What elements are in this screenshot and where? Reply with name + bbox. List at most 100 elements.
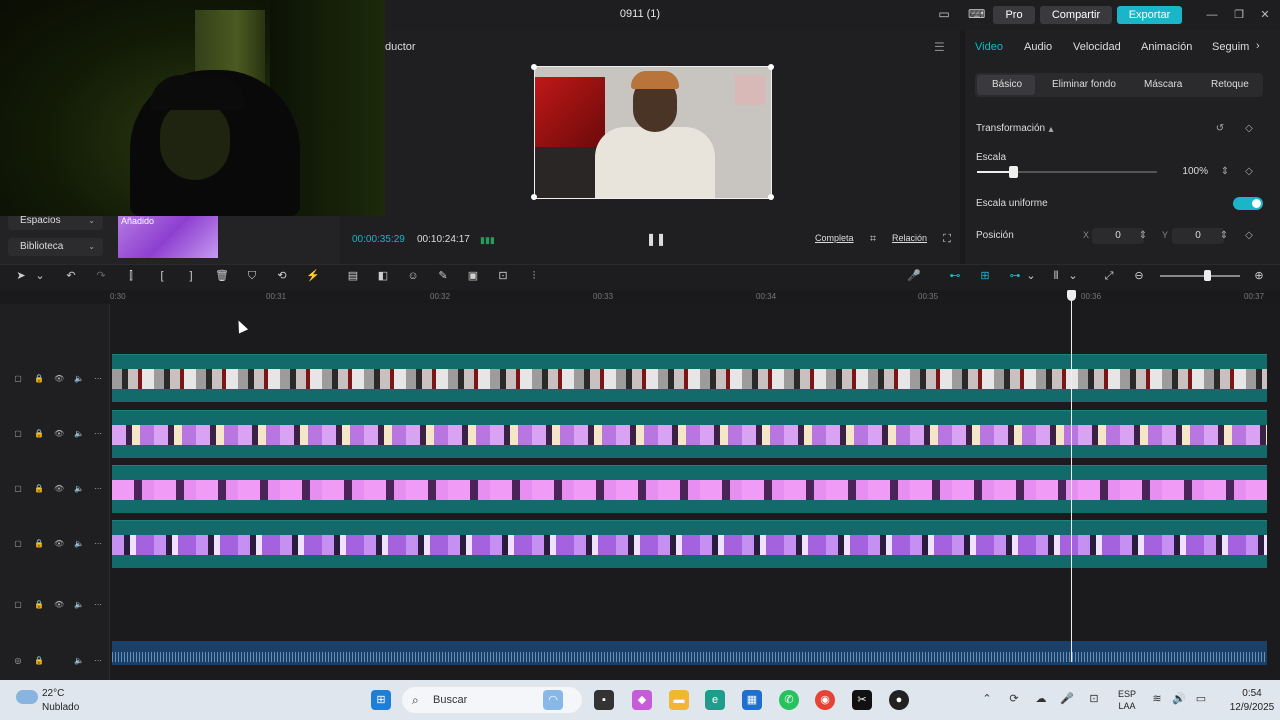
- snap-icon[interactable]: ⊶: [1008, 269, 1022, 283]
- cloud-sync-icon[interactable]: ☁: [1034, 692, 1048, 706]
- subtab-mask[interactable]: Máscara: [1144, 79, 1182, 90]
- subtab-basic[interactable]: Básico: [992, 79, 1022, 90]
- undo-icon[interactable]: ↶: [64, 269, 78, 283]
- player-menu-icon[interactable]: ☰: [934, 40, 945, 54]
- link-icon[interactable]: ⊷: [948, 269, 962, 283]
- pro-button[interactable]: Pro: [993, 6, 1035, 24]
- copilot-icon[interactable]: ◆: [632, 690, 652, 710]
- fullscreen-icon[interactable]: ⛶: [940, 232, 954, 246]
- task-view-icon[interactable]: ▪: [594, 690, 614, 710]
- resize-handle[interactable]: [768, 64, 774, 70]
- share-button[interactable]: Compartir: [1040, 6, 1112, 24]
- position-x-field[interactable]: 0: [1092, 228, 1144, 244]
- magic-icon[interactable]: ✎: [436, 269, 450, 283]
- magnet-icon[interactable]: ⊞: [978, 269, 992, 283]
- minimize-icon[interactable]: —: [1205, 8, 1219, 22]
- track-expand-icon[interactable]: ▢: [13, 374, 23, 384]
- preview-axis-icon[interactable]: ⫴: [1049, 269, 1063, 283]
- capcut-icon[interactable]: ✂: [852, 690, 872, 710]
- track-expand-icon[interactable]: ▢: [13, 429, 23, 439]
- clock-time[interactable]: 0:54: [1232, 688, 1272, 699]
- resize-handle[interactable]: [531, 194, 537, 200]
- edge-icon[interactable]: e: [705, 690, 725, 710]
- chevron-down-icon[interactable]: ⌄: [33, 269, 47, 283]
- tab-tracking[interactable]: Seguim: [1212, 41, 1249, 53]
- playhead[interactable]: [1071, 290, 1072, 662]
- lock-icon[interactable]: 🔒: [34, 539, 44, 549]
- lock-icon[interactable]: 🔒: [34, 374, 44, 384]
- person-icon[interactable]: ☺: [406, 269, 420, 283]
- clock-date[interactable]: 12/9/2025: [1226, 702, 1278, 713]
- speed-icon[interactable]: ⚡: [306, 269, 320, 283]
- delete-icon[interactable]: 🗑: [215, 269, 229, 283]
- section-title[interactable]: Transformación: [976, 123, 1045, 134]
- more-icon[interactable]: ⋯: [93, 484, 103, 494]
- lock-icon[interactable]: 🔒: [34, 429, 44, 439]
- mirror-icon[interactable]: ◧: [376, 269, 390, 283]
- track-expand-icon[interactable]: ▢: [13, 484, 23, 494]
- volume-icon[interactable]: 🔊: [1172, 692, 1186, 706]
- subtab-remove-bg[interactable]: Eliminar fondo: [1052, 79, 1116, 90]
- wifi-icon[interactable]: ≋: [1150, 692, 1164, 706]
- file-explorer-icon[interactable]: ▬: [669, 690, 689, 710]
- weather-description[interactable]: Nublado: [42, 702, 79, 713]
- keyframe-icon[interactable]: ◇: [1244, 123, 1254, 134]
- trim-left-icon[interactable]: [: [155, 269, 169, 283]
- weather-temperature[interactable]: 22°C: [42, 688, 64, 699]
- eye-icon[interactable]: 👁: [54, 429, 64, 439]
- video-clip-1[interactable]: [112, 354, 1267, 402]
- language-indicator[interactable]: ESP LAA: [1118, 688, 1136, 712]
- more-icon[interactable]: ⋯: [93, 600, 103, 610]
- app-icon[interactable]: ●: [889, 690, 909, 710]
- lock-icon[interactable]: 🔒: [34, 656, 44, 666]
- position-y-field[interactable]: 0: [1172, 228, 1224, 244]
- chevron-up-icon[interactable]: ▴: [1046, 124, 1056, 135]
- export-frame-icon[interactable]: ⊡: [496, 269, 510, 283]
- video-preview[interactable]: [534, 66, 772, 199]
- chevron-up-icon[interactable]: ⌃: [980, 692, 994, 706]
- eye-icon[interactable]: 👁: [54, 539, 64, 549]
- more-icon[interactable]: ⋯: [93, 539, 103, 549]
- eye-icon[interactable]: 👁: [54, 374, 64, 384]
- freeze-icon[interactable]: ▤: [346, 269, 360, 283]
- split-icon[interactable]: ⫿: [124, 269, 138, 283]
- tab-video[interactable]: Video: [975, 41, 1003, 53]
- redo-icon[interactable]: ↷: [94, 269, 108, 283]
- chrome-icon[interactable]: ◉: [815, 690, 835, 710]
- windows-start-icon[interactable]: ⊞: [371, 690, 391, 710]
- device-icon[interactable]: ⊡: [1087, 692, 1101, 706]
- crop-icon[interactable]: ⟲: [275, 269, 289, 283]
- reset-icon[interactable]: ↺: [1215, 123, 1225, 134]
- chevron-down-icon[interactable]: ⌄: [1024, 269, 1038, 283]
- video-clip-3[interactable]: [112, 465, 1267, 513]
- full-quality-button[interactable]: Completa: [815, 233, 854, 243]
- export-button[interactable]: Exportar: [1117, 6, 1182, 24]
- more-icon[interactable]: ⋯: [93, 374, 103, 384]
- resize-handle[interactable]: [531, 64, 537, 70]
- sidebar-item-library[interactable]: Biblioteca ⌄: [8, 238, 103, 256]
- close-icon[interactable]: ✕: [1258, 8, 1272, 22]
- pause-icon[interactable]: ❚❚: [646, 232, 666, 246]
- fit-icon[interactable]: ⤢: [1102, 269, 1116, 283]
- more-icon[interactable]: ⋯: [93, 429, 103, 439]
- tab-animation[interactable]: Animación: [1141, 41, 1192, 53]
- tab-speed[interactable]: Velocidad: [1073, 41, 1121, 53]
- video-clip-4[interactable]: [112, 520, 1267, 568]
- speaker-icon[interactable]: 🔈: [74, 429, 84, 439]
- audio-split-icon[interactable]: ⫶: [527, 269, 541, 283]
- keyframe-icon[interactable]: ◇: [1244, 166, 1254, 177]
- battery-icon[interactable]: ▭: [1194, 692, 1208, 706]
- speaker-icon[interactable]: 🔈: [74, 484, 84, 494]
- audio-track-icon[interactable]: ◎: [13, 656, 23, 666]
- track-expand-icon[interactable]: ▢: [13, 539, 23, 549]
- playhead-handle[interactable]: [1067, 290, 1076, 301]
- tab-audio[interactable]: Audio: [1024, 41, 1052, 53]
- zoom-slider[interactable]: [1160, 275, 1240, 277]
- scale-slider-knob[interactable]: [1009, 166, 1018, 178]
- media-thumbnail[interactable]: Añadido: [118, 216, 218, 258]
- speaker-icon[interactable]: 🔈: [74, 656, 84, 666]
- microphone-icon[interactable]: 🎤: [907, 269, 921, 283]
- select-tool-icon[interactable]: ➤: [14, 269, 28, 283]
- keyboard-icon[interactable]: ⌨: [968, 7, 985, 21]
- layout-icon[interactable]: ▭: [936, 7, 952, 21]
